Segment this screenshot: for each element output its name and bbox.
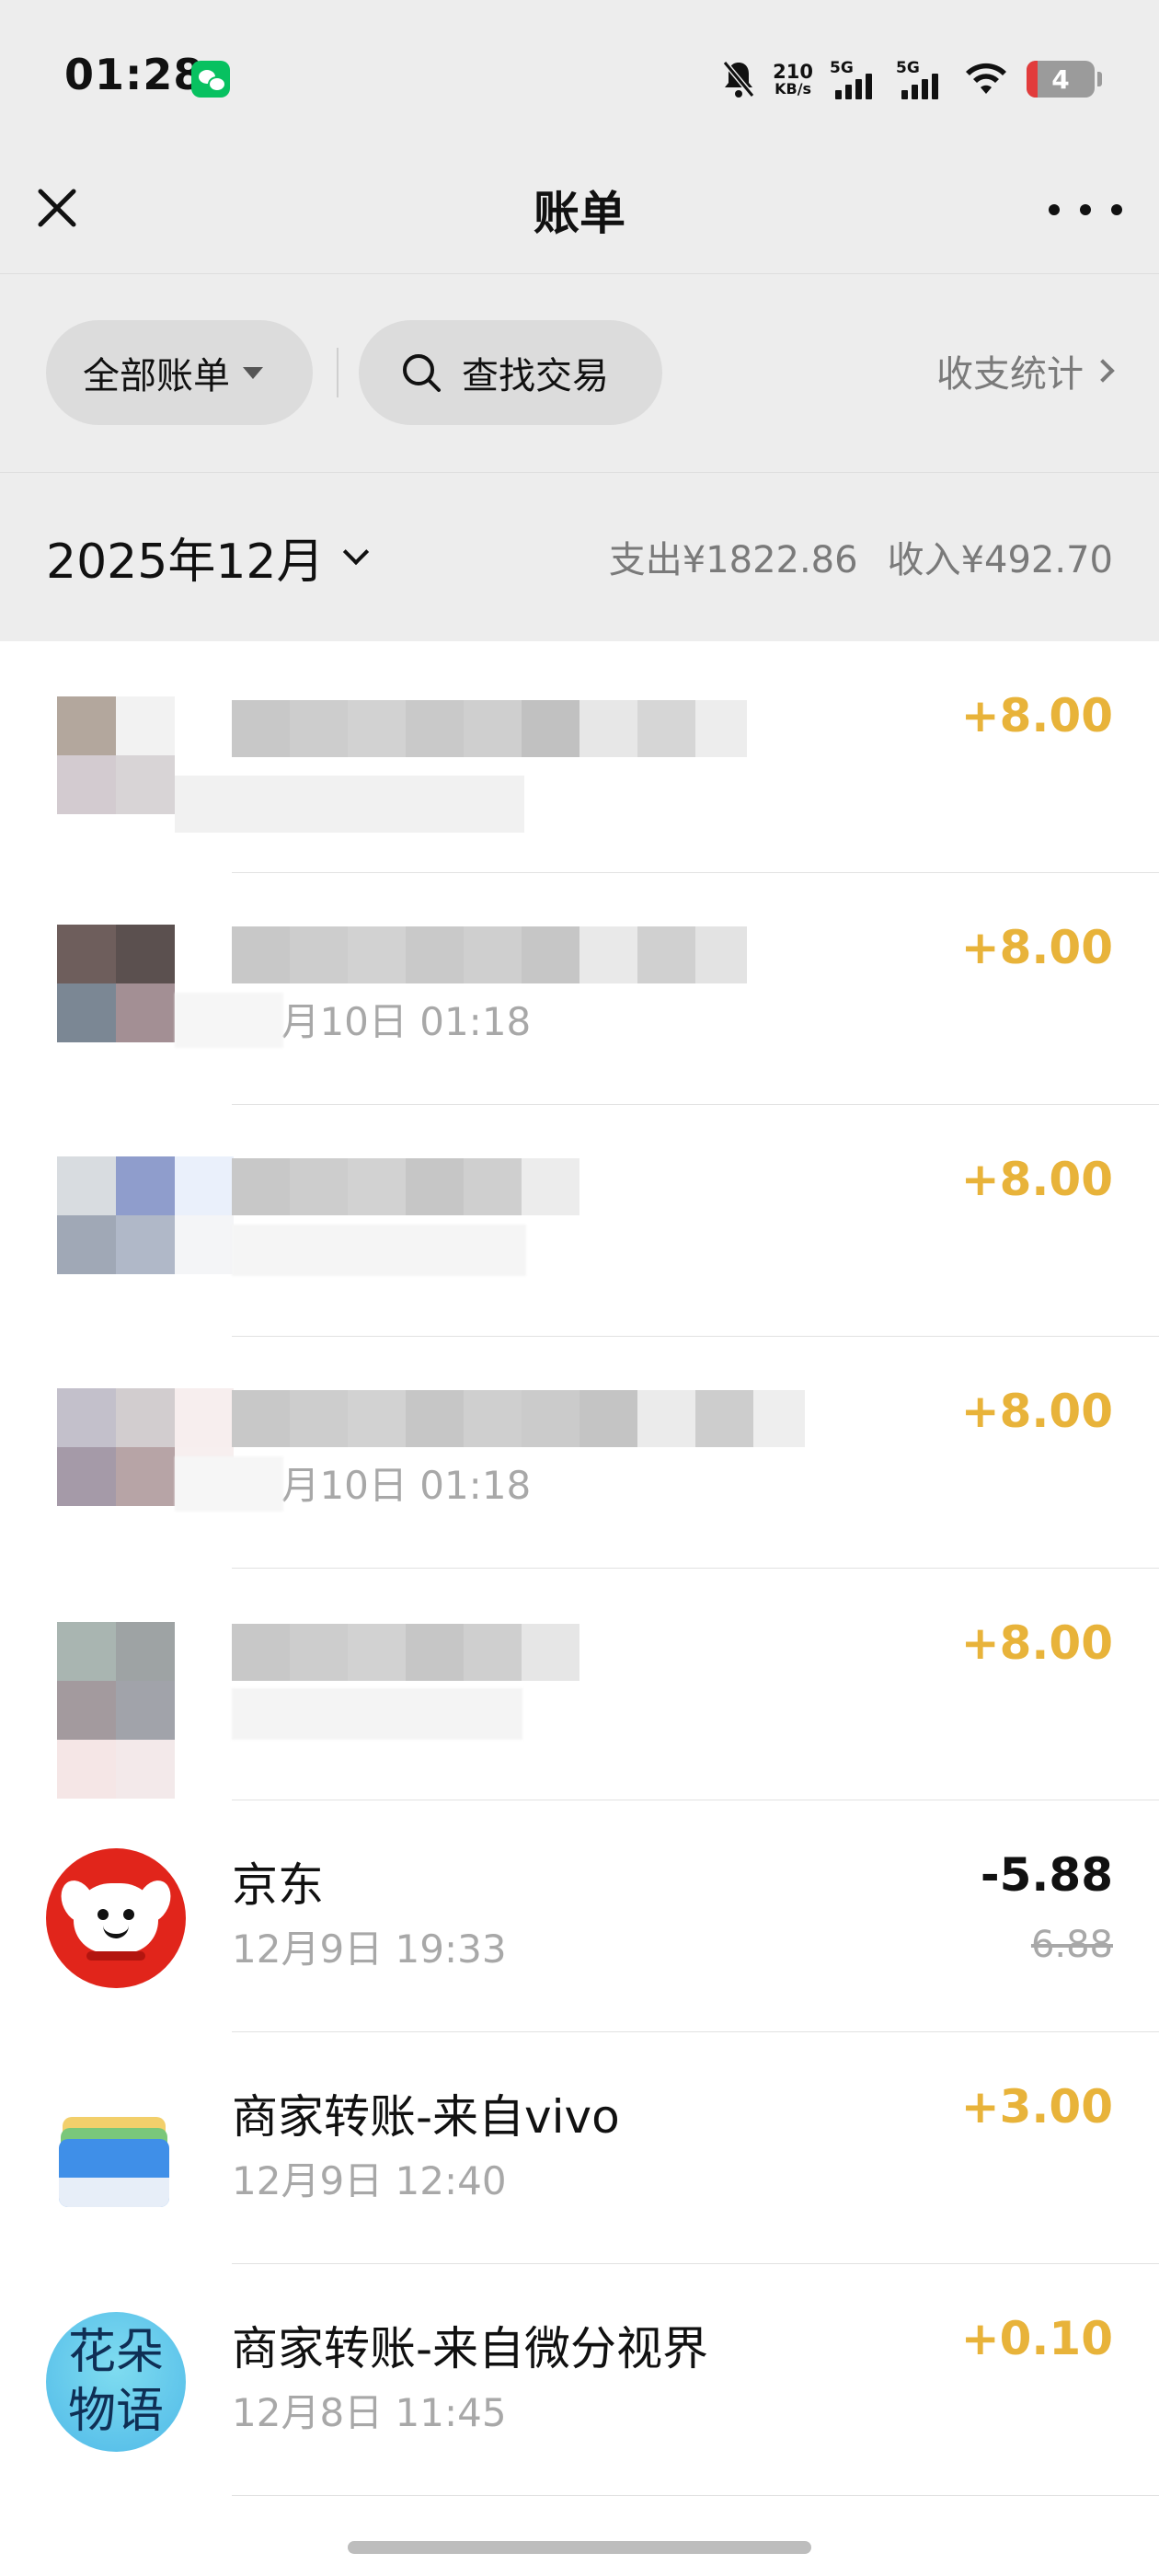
battery-icon: 4 <box>1027 61 1102 98</box>
transaction-amount: +8.00 <box>960 921 1113 974</box>
month-selector[interactable]: 2025年12月 <box>46 523 369 592</box>
transaction-row[interactable]: +8.00 <box>0 1569 1159 1800</box>
dot-icon <box>1080 204 1091 215</box>
transaction-amount: +3.00 <box>960 2080 1113 2133</box>
home-indicator[interactable] <box>348 2541 811 2554</box>
all-bills-label: 全部账单 <box>83 355 230 397</box>
original-amount: 6.88 <box>1030 1924 1113 1966</box>
status-icons: 210 KB/s 5G 5G 4 <box>721 52 1102 107</box>
transaction-date: 12月8日 11:45 <box>232 2390 507 2435</box>
transaction-amount: -5.88 <box>980 1848 1113 1902</box>
redacted-date <box>232 1225 526 1276</box>
redacted-title <box>232 926 747 983</box>
jd-dog-avatar <box>46 1848 186 1988</box>
search-icon <box>403 354 441 392</box>
search-label: 查找交易 <box>462 355 609 397</box>
transaction-title: 京东 <box>232 1858 324 1912</box>
redacted-date <box>232 1688 522 1740</box>
avatar <box>57 1156 234 1274</box>
merchant-logo-avatar: 花朵 物语 <box>46 2312 186 2452</box>
month-expense: 支出¥1822.86 <box>608 539 858 581</box>
chevron-right-icon <box>1091 359 1115 383</box>
transaction-row[interactable]: 京东 12月9日 19:33 -5.88 6.88 <box>0 1800 1159 2032</box>
signal-1-icon: 5G <box>830 59 879 99</box>
month-income: 收入¥492.70 <box>887 539 1113 581</box>
mute-bell-icon <box>721 59 756 99</box>
redacted-title <box>232 1158 580 1215</box>
nav-bar: 账单 <box>0 156 1159 274</box>
redaction <box>175 993 283 1048</box>
chevron-down-icon <box>342 538 369 565</box>
dot-icon <box>1049 204 1060 215</box>
transaction-amount: +8.00 <box>960 1153 1113 1206</box>
speed-value: 210 <box>773 60 813 83</box>
redacted-date <box>175 776 524 833</box>
transaction-amount: +8.00 <box>960 689 1113 742</box>
stats-label: 收支统计 <box>936 353 1084 396</box>
page-title: 账单 <box>534 187 625 240</box>
month-summary: 支出¥1822.86 收入¥492.70 <box>609 530 1113 583</box>
avatar-text: 花朵 <box>67 2325 164 2380</box>
redaction <box>175 1456 283 1512</box>
all-bills-dropdown[interactable]: 全部账单 <box>46 320 313 425</box>
month-header: 2025年12月 支出¥1822.86 收入¥492.70 <box>0 473 1159 641</box>
wifi-icon <box>962 59 1010 99</box>
transaction-row[interactable]: 12月10日 01:18 +8.00 <box>0 873 1159 1105</box>
income-expense-stats-link[interactable]: 收支统计 <box>936 344 1115 397</box>
battery-level: 4 <box>1051 63 1070 95</box>
avatar-text: 物语 <box>67 2384 164 2439</box>
transaction-title: 商家转账-来自vivo <box>232 2090 620 2144</box>
avatar <box>57 925 175 1046</box>
transaction-row[interactable]: +8.00 <box>0 1105 1159 1337</box>
transaction-amount: +8.00 <box>960 1616 1113 1670</box>
transaction-date: 12月9日 12:40 <box>232 2158 507 2203</box>
filter-bar: 全部账单 查找交易 收支统计 <box>0 274 1159 473</box>
transaction-row[interactable]: 商家转账-来自vivo 12月9日 12:40 +3.00 <box>0 2032 1159 2264</box>
redacted-title <box>232 1624 580 1681</box>
search-transactions-button[interactable]: 查找交易 <box>359 320 662 425</box>
status-time: 01:28 <box>64 50 204 99</box>
speed-unit: KB/s <box>775 79 812 98</box>
avatar <box>57 696 175 825</box>
dot-icon <box>1111 204 1122 215</box>
network-speed: 210 KB/s <box>773 60 813 98</box>
more-options-button[interactable] <box>1049 191 1122 228</box>
wallet-cards-icon <box>46 2080 186 2220</box>
redacted-title <box>232 700 747 757</box>
transaction-amount: +0.10 <box>960 2312 1113 2365</box>
transaction-amount: +8.00 <box>960 1385 1113 1438</box>
wechat-notification-icon <box>191 61 230 98</box>
triangle-down-icon <box>243 366 263 379</box>
transaction-title: 商家转账-来自微分视界 <box>232 2322 709 2375</box>
month-label: 2025年12月 <box>46 535 325 590</box>
status-bar: 01:28 210 KB/s 5G 5G 4 <box>0 0 1159 156</box>
transaction-row[interactable]: 12月10日 01:18 +8.00 <box>0 1337 1159 1569</box>
transaction-row[interactable]: 花朵 物语 商家转账-来自微分视界 12月8日 11:45 +0.10 <box>0 2264 1159 2496</box>
transaction-date: 12月9日 19:33 <box>232 1926 507 1972</box>
divider <box>337 348 339 397</box>
transaction-list: +8.00 12月10日 01:18 +8.00 +8.00 12月10日 01… <box>0 641 1159 2496</box>
redacted-title <box>232 1390 805 1447</box>
transaction-row[interactable]: +8.00 <box>0 641 1159 873</box>
avatar <box>57 1622 175 1799</box>
signal-2-icon: 5G <box>896 59 946 99</box>
